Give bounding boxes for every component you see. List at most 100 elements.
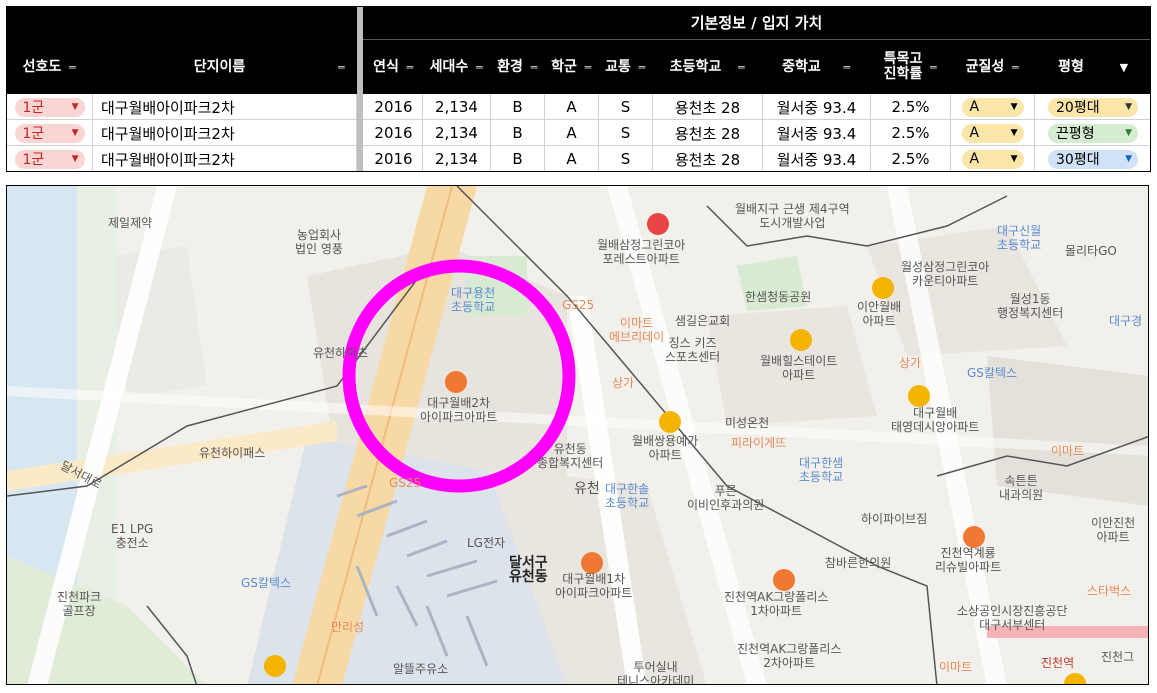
map-label-target-apartment[interactable]: 대구월배2차 아이파크아파트 [420, 396, 497, 424]
cell-year[interactable]: 2016 [365, 120, 423, 146]
col-header-env[interactable]: 환경 ═ [491, 40, 545, 94]
cell-env[interactable]: B [491, 146, 545, 171]
cell-uniformity[interactable]: A ▼ [951, 120, 1035, 146]
col-header-label: 특목고 진학률 [883, 51, 923, 82]
cell-transit[interactable]: S [599, 120, 653, 146]
uniformity-dropdown-chip[interactable]: A ▼ [961, 123, 1024, 143]
cell-special-hs[interactable]: 2.5% [871, 120, 951, 146]
chevron-down-icon[interactable]: ▼ [1011, 128, 1018, 138]
filter-icon[interactable]: ═ [582, 60, 593, 75]
col-header-uniformity[interactable]: 균질성 ═ [951, 40, 1035, 94]
col-header-households[interactable]: 세대수 ═ [423, 40, 491, 94]
col-header-size[interactable]: 평형 ▼ [1035, 40, 1150, 94]
filter-icon[interactable]: ═ [841, 60, 852, 75]
size-dropdown-chip[interactable]: 끈평형 ▼ [1048, 123, 1138, 143]
col-header-special-hs[interactable]: 특목고 진학률 ═ [871, 40, 951, 94]
cell-pref[interactable]: 1군 ▼ [7, 120, 93, 146]
cell-year[interactable]: 2016 [365, 94, 423, 120]
cell-school-district[interactable]: A [545, 120, 599, 146]
cell-size[interactable]: 끈평형 ▼ [1035, 120, 1150, 146]
cell-transit[interactable]: S [599, 94, 653, 120]
map-label: 진천역AK그랑폴리스 2차아파트 [737, 642, 842, 670]
filter-icon[interactable]: ═ [528, 60, 539, 75]
chevron-down-icon[interactable]: ▼ [72, 128, 79, 138]
col-header-pref[interactable]: 선호도 ═ [7, 40, 93, 94]
filter-icon[interactable]: ═ [927, 60, 938, 75]
cell-pref[interactable]: 1군 ▼ [7, 94, 93, 120]
col-header-name[interactable]: 단지이름 ═ [93, 40, 357, 94]
map-label: 월성삼정그린코아 카운티아파트 [901, 260, 990, 288]
table-row[interactable]: 1군 ▼ 대구월배아이파크2차 2016 2,134 B A S 용천초 28 월서중 93.4 2… [7, 94, 1150, 120]
filter-icon[interactable]: ═ [335, 60, 346, 75]
col-header-school-district[interactable]: 학군 ═ [545, 40, 599, 94]
cell-name[interactable]: 대구월배아이파크2차 [93, 146, 357, 171]
col-header-label: 학군 [551, 58, 577, 75]
col-header-label: 선호도 [22, 58, 62, 75]
cell-special-hs[interactable]: 2.5% [871, 94, 951, 120]
map-label: 속튼튼 내과의원 [999, 474, 1044, 502]
pref-dropdown-chip[interactable]: 1군 ▼ [14, 123, 85, 143]
pref-dropdown-chip[interactable]: 1군 ▼ [14, 149, 85, 169]
size-dropdown-chip[interactable]: 30평대 ▼ [1048, 149, 1138, 169]
frozen-column-divider[interactable] [357, 7, 363, 171]
table-row[interactable]: 1군 ▼ 대구월배아이파크2차 2016 2,134 B A S 용천초 28 월서중 93.4 2… [7, 146, 1150, 171]
cell-pref[interactable]: 1군 ▼ [7, 146, 93, 171]
chevron-down-icon[interactable]: ▼ [1125, 154, 1132, 164]
chevron-down-icon[interactable]: ▼ [1125, 102, 1132, 112]
chevron-down-icon[interactable]: ▼ [1011, 154, 1018, 164]
filter-icon[interactable]: ═ [473, 60, 484, 75]
chevron-down-icon[interactable]: ▼ [72, 102, 79, 112]
filter-icon[interactable]: ═ [735, 60, 746, 75]
cell-env[interactable]: B [491, 120, 545, 146]
filter-icon[interactable]: ═ [1009, 60, 1020, 75]
filter-icon[interactable]: ═ [66, 60, 77, 75]
cell-elementary[interactable]: 용천초 28 [653, 120, 763, 146]
cell-school-district[interactable]: A [545, 94, 599, 120]
map-label: 하이파이브짐 [861, 512, 928, 526]
chevron-down-icon[interactable]: ▼ [72, 154, 79, 164]
filter-active-icon[interactable]: ▼ [1118, 60, 1129, 75]
filter-icon[interactable]: ═ [636, 60, 647, 75]
uniformity-dropdown-chip[interactable]: A ▼ [961, 97, 1024, 117]
cell-name[interactable]: 대구월배아이파크2차 [93, 120, 357, 146]
map-label: 미성온천 [725, 416, 770, 430]
map-label: 상가 [899, 356, 922, 370]
cell-middle[interactable]: 월서중 93.4 [763, 94, 871, 120]
cell-middle[interactable]: 월서중 93.4 [763, 146, 871, 171]
cell-households[interactable]: 2,134 [423, 94, 491, 120]
map-label: 징스 키즈 스포츠센터 [665, 336, 721, 364]
map-label: 대구용천 초등학교 [451, 286, 496, 314]
map-label: GS25 [562, 298, 595, 312]
table-row[interactable]: 1군 ▼ 대구월배아이파크2차 2016 2,134 B A S 용천초 28 월서중 93.4 2… [7, 120, 1150, 146]
cell-size[interactable]: 20평대 ▼ [1035, 94, 1150, 120]
cell-elementary[interactable]: 용천초 28 [653, 146, 763, 171]
cell-special-hs[interactable]: 2.5% [871, 146, 951, 171]
col-header-elementary[interactable]: 초등학교 ═ [653, 40, 763, 94]
cell-middle[interactable]: 월서중 93.4 [763, 120, 871, 146]
map-label: 상가 [612, 376, 635, 390]
chevron-down-icon[interactable]: ▼ [1011, 102, 1018, 112]
cell-households[interactable]: 2,134 [423, 120, 491, 146]
col-header-year[interactable]: 연식 ═ [365, 40, 423, 94]
col-header-transit[interactable]: 교통 ═ [599, 40, 653, 94]
chevron-down-icon[interactable]: ▼ [1125, 128, 1132, 138]
map-label: 피라이게뜨 [731, 436, 787, 450]
cell-env[interactable]: B [491, 94, 545, 120]
map-view[interactable]: 제일제약 농업회사 법인 영풍 대구용천 초등학교 GS25 이마트 에브리데이… [6, 185, 1149, 685]
cell-name[interactable]: 대구월배아이파크2차 [93, 94, 357, 120]
cell-size[interactable]: 30평대 ▼ [1035, 146, 1150, 171]
map-label: 농업회사 법인 영풍 [295, 228, 343, 256]
pref-dropdown-chip[interactable]: 1군 ▼ [14, 97, 85, 117]
cell-year[interactable]: 2016 [365, 146, 423, 171]
cell-transit[interactable]: S [599, 146, 653, 171]
uniformity-dropdown-chip[interactable]: A ▼ [961, 149, 1024, 169]
cell-uniformity[interactable]: A ▼ [951, 94, 1035, 120]
cell-elementary[interactable]: 용천초 28 [653, 94, 763, 120]
filter-icon[interactable]: ═ [404, 60, 415, 75]
size-dropdown-chip[interactable]: 20평대 ▼ [1048, 97, 1138, 117]
cell-uniformity[interactable]: A ▼ [951, 146, 1035, 171]
col-header-middle[interactable]: 중학교 ═ [763, 40, 871, 94]
map-label: 월배지구 근생 제4구역 도시개발사업 [735, 202, 850, 230]
cell-households[interactable]: 2,134 [423, 146, 491, 171]
cell-school-district[interactable]: A [545, 146, 599, 171]
